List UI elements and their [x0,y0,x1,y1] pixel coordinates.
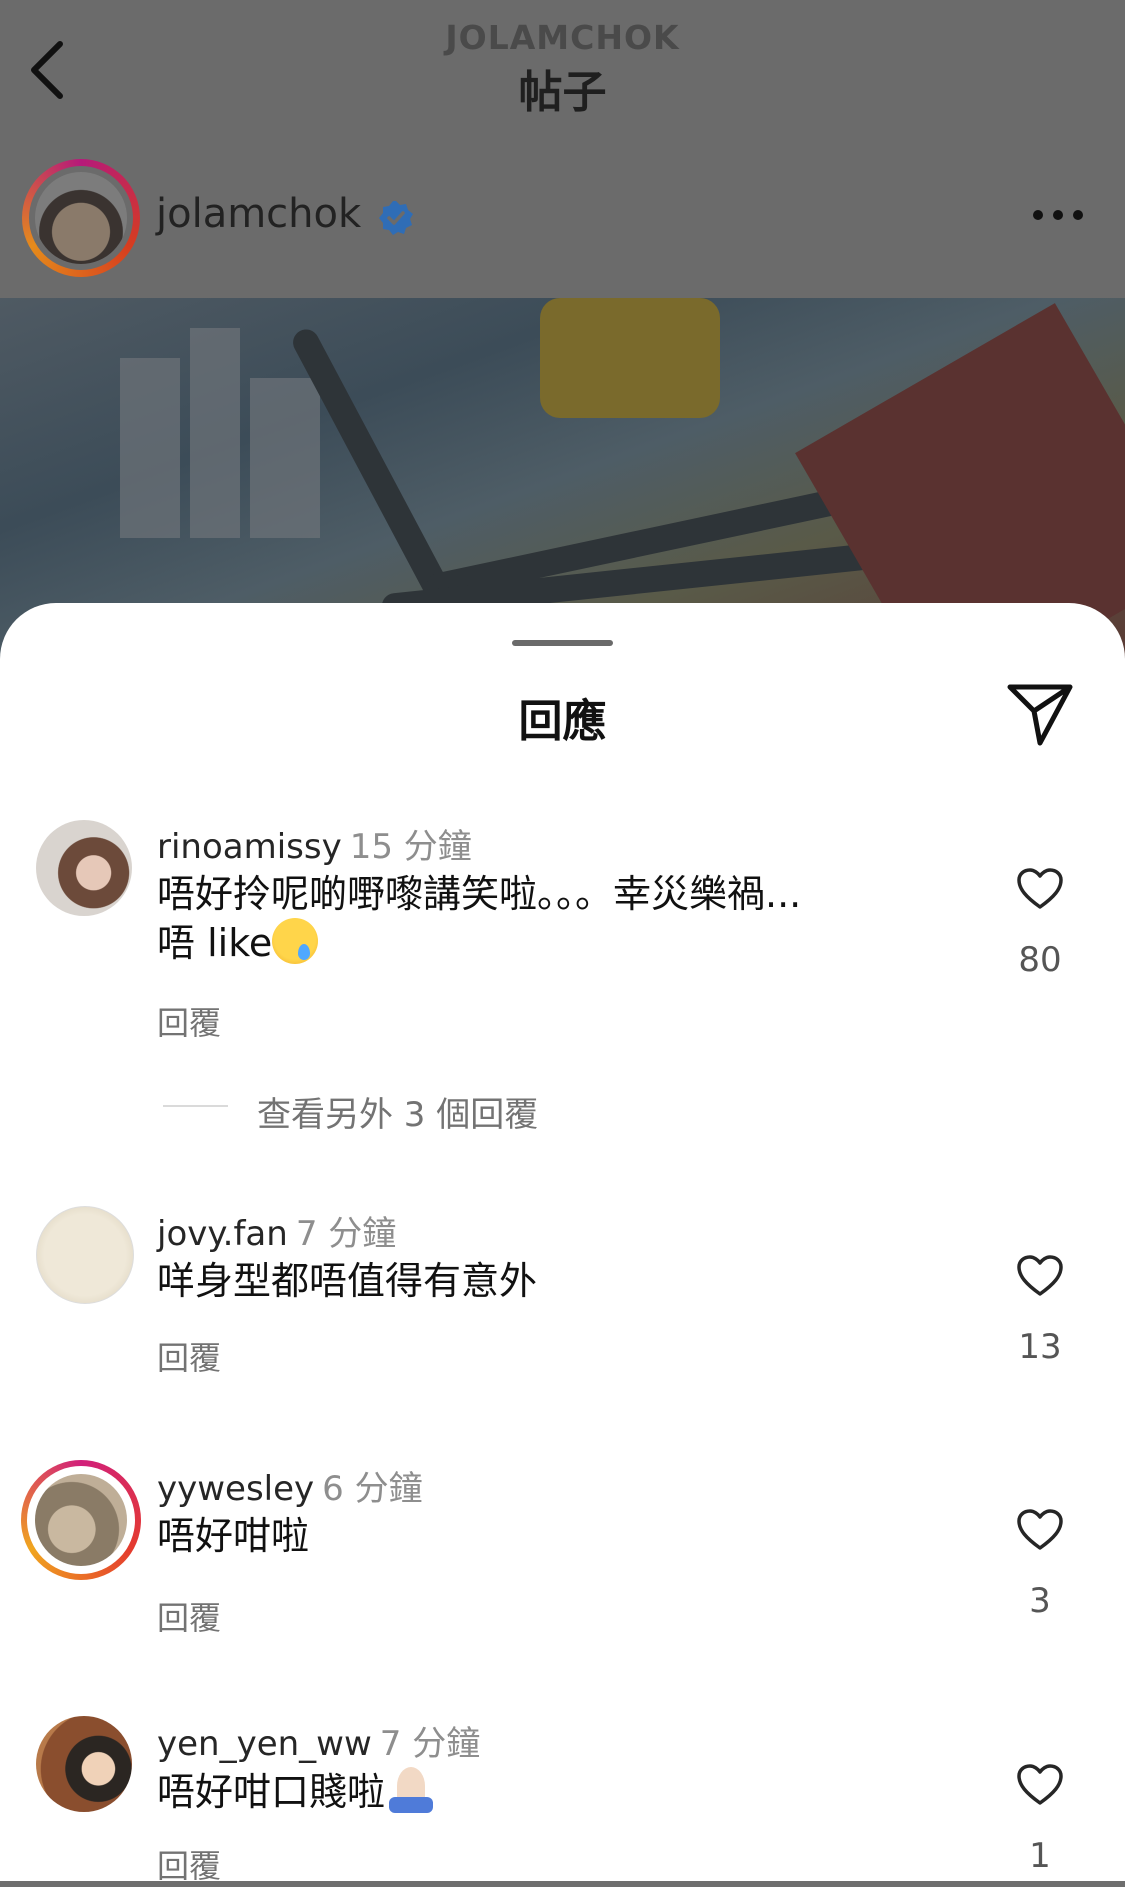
view-more-replies-button[interactable]: 查看另外 3 個回覆 [257,1087,538,1136]
crying-face-icon [272,918,319,964]
post-author-row: jolamchok [0,145,1125,298]
commenter-avatar[interactable] [36,820,132,916]
comment-username[interactable]: jovy.fan [157,1214,288,1254]
comment-author[interactable]: yywesley 6 分鐘 [157,1461,423,1510]
like-heart-icon[interactable] [1016,1508,1064,1552]
reply-button[interactable]: 回覆 [157,998,221,1044]
commenter-avatar[interactable] [36,1206,134,1304]
comment-text-line: 唔好咁口賤啦 [157,1770,386,1814]
comment-text-line: 唔 like [157,921,273,965]
comment-time: 7 分鐘 [379,1724,481,1764]
comment-time: 15 分鐘 [349,827,472,867]
reply-button[interactable]: 回覆 [157,1333,221,1379]
reply-button[interactable]: 回覆 [157,1593,221,1639]
share-send-icon[interactable] [1004,681,1076,747]
comment-author[interactable]: rinoamissy 15 分鐘 [157,819,472,868]
comment-author[interactable]: yen_yen_ww 7 分鐘 [157,1716,480,1765]
comment-username[interactable]: yen_yen_ww [157,1724,372,1764]
author-avatar[interactable] [22,159,140,277]
page-title: 帖子 [518,67,607,118]
comment-text: 唔好咁口賤啦 [157,1767,947,1816]
commenter-avatar[interactable] [36,1716,132,1812]
comment-time: 6 分鐘 [322,1469,423,1509]
like-count: 3 [1029,1581,1051,1621]
like-count: 13 [1018,1327,1062,1367]
comment-text: 唔好咁啦 [157,1514,310,1558]
like-count: 1 [1029,1836,1051,1876]
like-heart-icon[interactable] [1016,1254,1064,1298]
comment-username[interactable]: rinoamissy [157,827,342,867]
like-heart-icon[interactable] [1016,1763,1064,1807]
folded-hands-icon [385,1767,437,1813]
comment-username[interactable]: yywesley [157,1469,314,1509]
sheet-title: 回應 [518,696,607,747]
comment-text-line: 唔好拎呢啲嘢嚟講笑啦。。。幸災樂禍... [157,872,802,916]
commenter-avatar-story[interactable] [21,1460,141,1580]
comment-text: 咩身型都唔值得有意外 [157,1259,538,1303]
reply-button[interactable]: 回覆 [157,1841,221,1887]
header-subtitle: JOLAMCHOK [445,18,680,57]
comment-author[interactable]: jovy.fan 7 分鐘 [157,1206,396,1255]
comments-sheet: 回應 rinoamissy 15 分鐘 唔好拎呢啲嘢嚟講笑啦。。。幸災樂禍... … [0,603,1125,1885]
like-heart-icon[interactable] [1016,867,1064,911]
comment-text: 唔好拎呢啲嘢嚟講笑啦。。。幸災樂禍... 唔 like [157,870,947,967]
author-username[interactable]: jolamchok [156,191,361,237]
comment-time: 7 分鐘 [295,1214,397,1254]
like-count: 80 [1018,940,1062,980]
more-options-icon[interactable] [1032,207,1084,223]
sheet-grabber[interactable] [512,640,613,646]
post-header: JOLAMCHOK 帖子 [0,0,1125,145]
view-replies-divider [163,1105,228,1107]
verified-badge-icon [379,201,413,235]
